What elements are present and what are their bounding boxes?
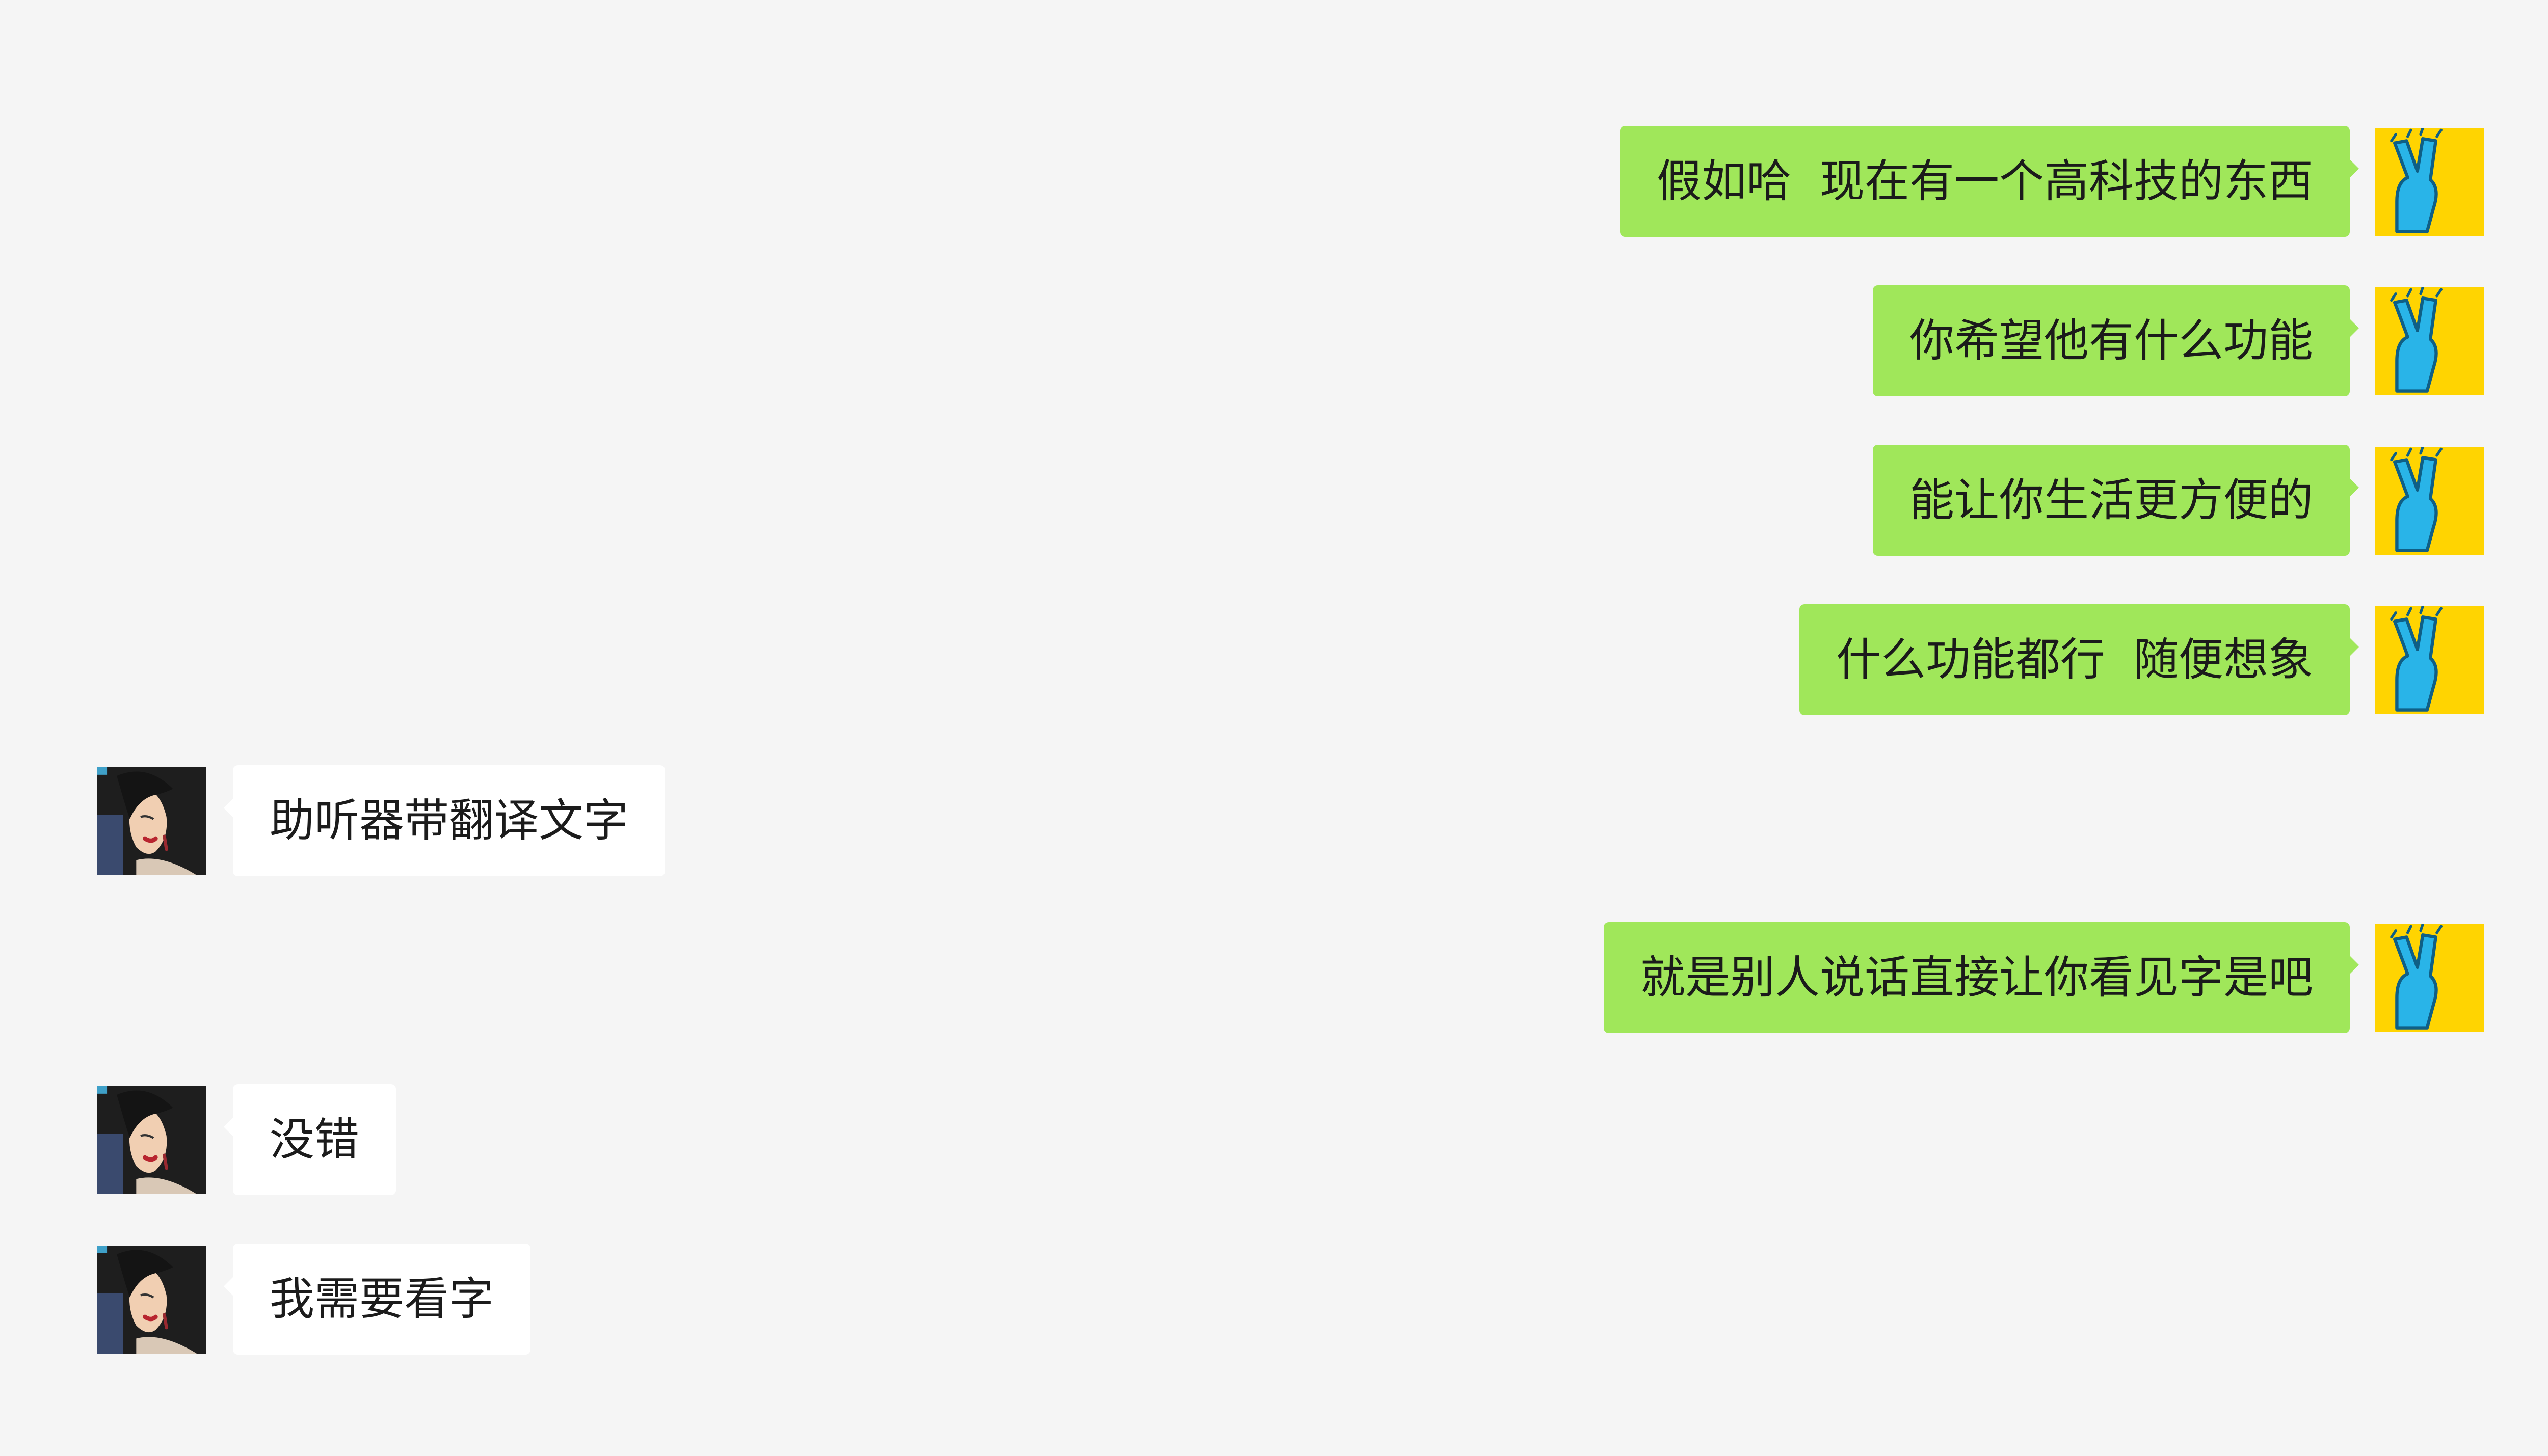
message-bubble[interactable]: 能让你生活更方便的	[1872, 445, 2359, 556]
victory-hand-icon[interactable]	[2375, 606, 2484, 714]
message-bubble[interactable]: 假如哈 现在有一个高科技的东西	[1620, 126, 2359, 237]
message-bubble[interactable]: 助听器带翻译文字	[223, 765, 666, 876]
message-bubble[interactable]: 就是别人说话直接让你看见字是吧	[1603, 922, 2359, 1033]
message-bubble[interactable]: 没错	[223, 1084, 396, 1195]
victory-hand-icon[interactable]	[2375, 447, 2484, 555]
message-bubble[interactable]: 你希望他有什么功能	[1872, 285, 2359, 396]
illustrated-woman-icon[interactable]	[97, 767, 206, 875]
victory-hand-icon[interactable]	[2375, 924, 2484, 1032]
victory-hand-icon[interactable]	[2375, 287, 2484, 395]
message-bubble[interactable]: 什么功能都行 随便想象	[1799, 604, 2359, 715]
victory-hand-icon[interactable]	[2375, 128, 2484, 236]
message-bubble[interactable]: 我需要看字	[223, 1244, 531, 1355]
illustrated-woman-icon[interactable]	[97, 1086, 206, 1194]
chat-window: 假如哈 现在有一个高科技的东西 你希望他有什么功能 能让你生活更方便的 什么功能…	[0, 0, 2548, 1456]
illustrated-woman-icon[interactable]	[97, 1246, 206, 1354]
